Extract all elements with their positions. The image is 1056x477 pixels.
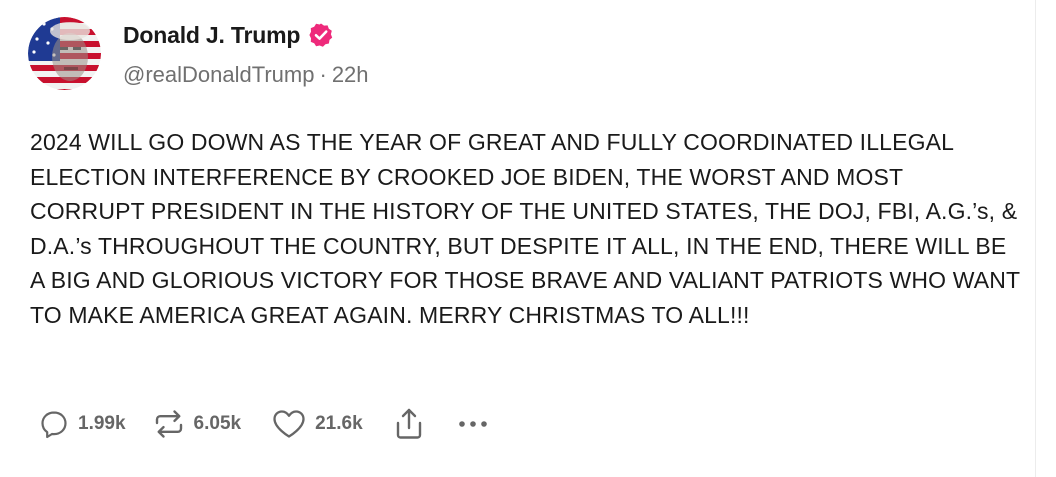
more-options-button[interactable] — [455, 408, 491, 440]
reply-count: 1.99k — [78, 413, 126, 434]
post-text: 2024 WILL GO DOWN AS THE YEAR OF GREAT A… — [30, 129, 1020, 328]
post-timestamp[interactable]: 22h — [332, 62, 369, 87]
author-display-name[interactable]: Donald J. Trump — [123, 22, 300, 49]
reply-button[interactable]: 1.99k — [38, 408, 126, 440]
author-meta: @realDonaldTrump · 22h — [123, 62, 369, 88]
heart-icon — [271, 408, 307, 440]
meta-separator: · — [319, 62, 327, 87]
like-button[interactable]: 21.6k — [271, 408, 363, 440]
avatar[interactable] — [28, 17, 101, 90]
share-button[interactable] — [393, 407, 425, 441]
author-handle[interactable]: @realDonaldTrump — [123, 62, 314, 87]
avatar-image — [28, 17, 101, 90]
verified-badge-icon — [308, 22, 334, 48]
repost-count: 6.05k — [193, 413, 242, 434]
like-count: 21.6k — [315, 413, 363, 434]
action-bar: 1.99k 6.05k 21.6k — [38, 404, 491, 444]
repost-icon — [152, 408, 186, 440]
post-card: Donald J. Trump @realDonaldTrump · 22h 202… — [0, 0, 1036, 477]
more-icon — [455, 408, 491, 440]
repost-button[interactable]: 6.05k — [152, 408, 242, 440]
share-icon — [393, 407, 425, 441]
reply-icon — [38, 408, 70, 440]
author-name-row: Donald J. Trump — [123, 20, 334, 50]
